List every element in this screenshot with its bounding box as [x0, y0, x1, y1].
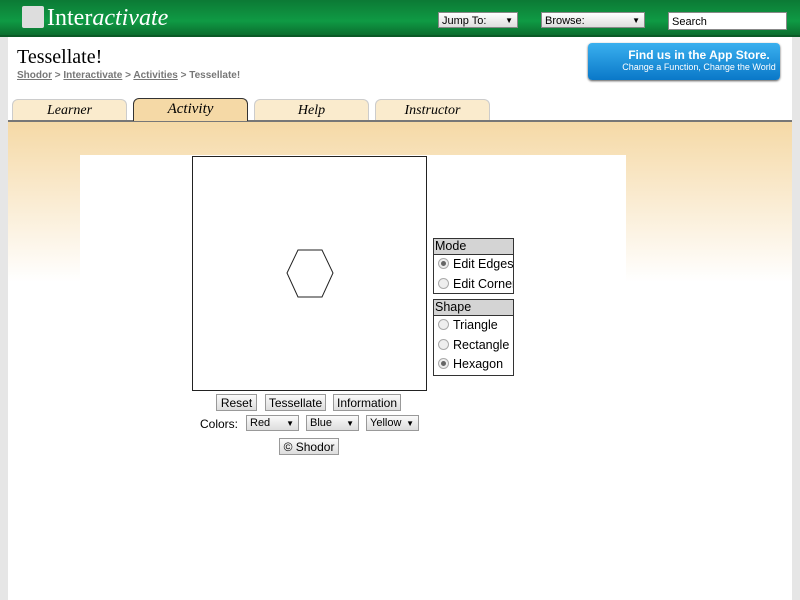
breadcrumb-link[interactable]: Shodor	[17, 70, 52, 81]
colors-label: Colors:	[200, 417, 239, 431]
information-button[interactable]: Information	[333, 394, 401, 411]
dropdown-arrow-icon: ▼	[286, 419, 294, 428]
browse-select[interactable]: Browse: ▼	[541, 12, 645, 28]
color-select-1[interactable]: Red ▼	[246, 415, 299, 431]
mode-edit-edges-radio[interactable]: Edit Edges	[434, 255, 513, 275]
breadcrumb: Shodor > Interactivate > Activities > Te…	[17, 70, 241, 81]
search-input[interactable]: Search	[668, 12, 787, 30]
radio-icon	[438, 358, 449, 369]
shape-panel: Shape Triangle Rectangle Hexagon	[433, 299, 514, 376]
jump-to-select[interactable]: Jump To: ▼	[438, 12, 518, 28]
interactivate-logo[interactable]: Interactivate	[22, 5, 168, 32]
app-store-banner[interactable]: Find us in the App Store. Change a Funct…	[588, 43, 780, 80]
shape-hexagon-radio[interactable]: Hexagon	[434, 355, 513, 375]
breadcrumb-link[interactable]: Interactivate	[63, 70, 122, 81]
radio-icon	[438, 258, 449, 269]
dropdown-arrow-icon: ▼	[632, 16, 640, 25]
tessellation-canvas[interactable]	[192, 156, 427, 391]
tessellate-button[interactable]: Tessellate	[265, 394, 326, 411]
mode-title: Mode	[434, 239, 513, 255]
page-title: Tessellate!	[17, 46, 103, 68]
radio-icon	[438, 338, 449, 350]
color-select-2[interactable]: Blue ▼	[306, 415, 359, 431]
tab-help[interactable]: Help	[254, 99, 369, 120]
site-header: Interactivate Jump To: ▼ Browse: ▼ Search	[0, 0, 800, 37]
tab-instructor[interactable]: Instructor	[375, 99, 490, 120]
shape-triangle-radio[interactable]: Triangle	[434, 316, 513, 336]
logo-icon	[22, 6, 44, 28]
tab-learner[interactable]: Learner	[12, 99, 127, 120]
shape-rectangle-radio[interactable]: Rectangle	[434, 336, 513, 356]
shodor-button[interactable]: © Shodor	[279, 438, 339, 455]
reset-button[interactable]: Reset	[216, 394, 257, 411]
color-select-3[interactable]: Yellow ▼	[366, 415, 419, 431]
tab-activity[interactable]: Activity	[133, 98, 248, 121]
radio-icon	[438, 319, 449, 330]
breadcrumb-link[interactable]: Activities	[133, 70, 177, 81]
hexagon-shape[interactable]	[193, 157, 426, 390]
mode-panel: Mode Edit Edges Edit Corners	[433, 238, 514, 294]
dropdown-arrow-icon: ▼	[505, 16, 513, 25]
radio-icon	[438, 277, 449, 289]
mode-edit-corners-radio[interactable]: Edit Corners	[434, 275, 513, 294]
dropdown-arrow-icon: ▼	[406, 419, 414, 428]
dropdown-arrow-icon: ▼	[346, 419, 354, 428]
shape-title: Shape	[434, 300, 513, 316]
